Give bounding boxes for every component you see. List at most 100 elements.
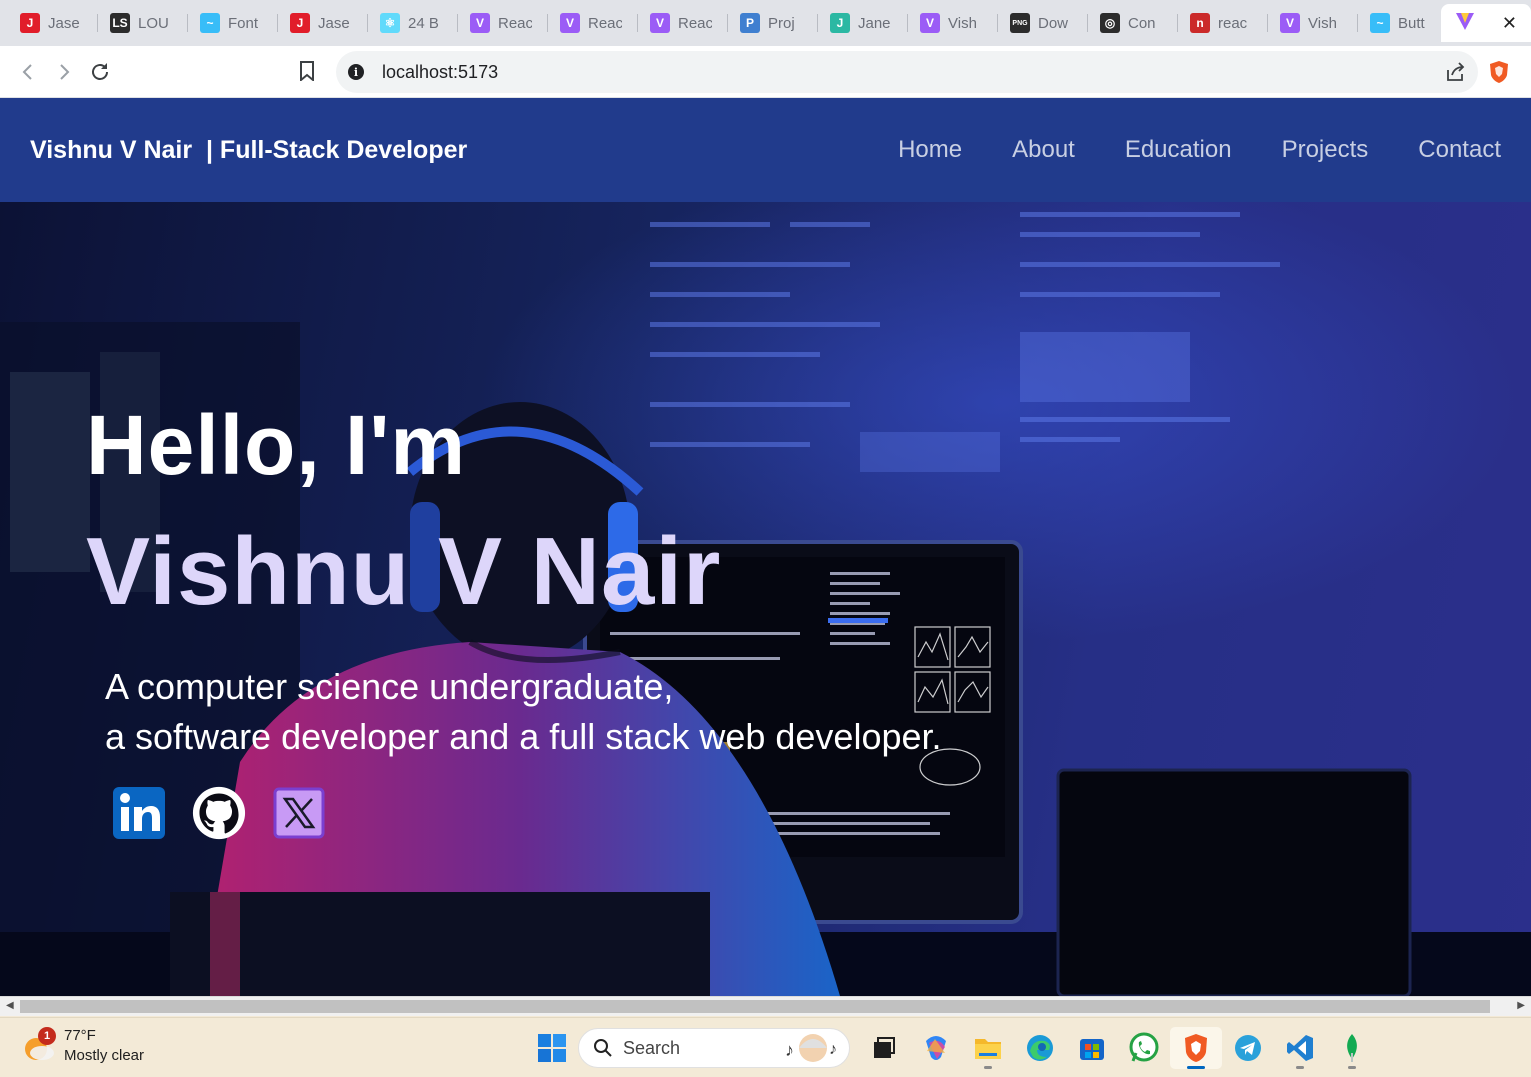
- browser-tab[interactable]: V Reac: [548, 0, 638, 46]
- chatgpt-icon: ◎: [1100, 13, 1120, 33]
- tab-title: Font: [228, 14, 259, 32]
- tab-title: Jase: [48, 14, 80, 32]
- tab-title: Jase: [318, 14, 350, 32]
- browser-tab[interactable]: ~ Butt: [1358, 0, 1448, 46]
- hero-name: Vishnu V Nair: [86, 518, 722, 625]
- browser-tab[interactable]: n reac: [1178, 0, 1268, 46]
- svg-text:♪: ♪: [829, 1041, 837, 1058]
- nav-contact[interactable]: Contact: [1418, 136, 1501, 164]
- task-view-button[interactable]: [858, 1027, 910, 1069]
- mongodb-icon: [1347, 1034, 1357, 1062]
- tab-strip: J Jase LS LOU ~ Font J Jase ⚛ 24 B V Reac V Reac V Reac…: [0, 0, 1531, 46]
- start-button[interactable]: [526, 1027, 578, 1069]
- windows-start-icon: [538, 1034, 566, 1062]
- tailwind-icon: ~: [200, 13, 220, 33]
- store-button[interactable]: [1066, 1027, 1118, 1069]
- brave-shield-icon[interactable]: [1488, 60, 1510, 84]
- tab-title: 24 B: [408, 14, 439, 32]
- site-nav: Home About Education Projects Contact: [898, 136, 1501, 164]
- tab-title: Reac: [678, 14, 712, 32]
- tailwind-icon: ~: [1370, 13, 1390, 33]
- x-twitter-link[interactable]: [272, 786, 326, 840]
- share-icon[interactable]: [1444, 61, 1466, 83]
- browser-tab[interactable]: J Jase: [278, 0, 368, 46]
- whatsapp-icon: [1129, 1032, 1159, 1062]
- horizontal-scrollbar[interactable]: ◀ ▶: [0, 996, 1531, 1016]
- search-label: Search: [623, 1037, 681, 1058]
- back-arrow-icon: [22, 63, 32, 80]
- scroll-left-icon[interactable]: ◀: [6, 1000, 14, 1011]
- tab-title: Dow: [1038, 14, 1069, 32]
- tab-title: Jane: [858, 14, 891, 32]
- url-text[interactable]: localhost:5173: [382, 62, 498, 83]
- mongodb-button[interactable]: [1326, 1027, 1378, 1069]
- github-link[interactable]: [192, 786, 246, 840]
- vscode-button[interactable]: [1274, 1027, 1326, 1069]
- tab-title: Vish: [948, 14, 977, 32]
- site-header: Vishnu V Nair | Full-Stack Developer Hom…: [0, 98, 1531, 202]
- browser-tab[interactable]: ~ Font: [188, 0, 278, 46]
- letter-j-icon: J: [290, 13, 310, 33]
- social-links: [112, 786, 326, 840]
- vite-icon: [1455, 11, 1475, 35]
- forward-button[interactable]: [46, 54, 82, 90]
- scroll-right-icon[interactable]: ▶: [1517, 1000, 1525, 1011]
- github-icon: [192, 786, 246, 840]
- back-button[interactable]: [10, 54, 46, 90]
- browser-tab[interactable]: J Jane: [818, 0, 908, 46]
- site-info-icon[interactable]: i: [348, 64, 364, 80]
- tab-title: LOU: [138, 14, 169, 32]
- browser-toolbar: i localhost:5173: [0, 46, 1531, 98]
- browser-tab[interactable]: PNG Dow: [998, 0, 1088, 46]
- tab-title: Reac: [498, 14, 532, 32]
- browser-tab[interactable]: V Reac: [458, 0, 548, 46]
- hero-greeting: Hello, I'm: [86, 398, 467, 492]
- hero-section: Hello, I'm Vishnu V Nair A computer scie…: [0, 202, 1531, 996]
- x-twitter-icon: [273, 787, 325, 839]
- browser-tab[interactable]: V Reac: [638, 0, 728, 46]
- brave-icon: [1185, 1034, 1207, 1062]
- taskbar-search[interactable]: Search ♪ ♪: [578, 1028, 850, 1068]
- nav-education[interactable]: Education: [1125, 136, 1232, 164]
- project-icon: P: [740, 13, 760, 33]
- nav-projects[interactable]: Projects: [1282, 136, 1369, 164]
- address-bar[interactable]: i localhost:5173: [336, 51, 1478, 93]
- close-tab-icon[interactable]: ✕: [1502, 13, 1517, 34]
- file-explorer-icon: [975, 1039, 1001, 1059]
- telegram-button[interactable]: [1222, 1027, 1274, 1069]
- edge-button[interactable]: [1014, 1027, 1066, 1069]
- browser-tab[interactable]: V Vish: [908, 0, 998, 46]
- file-explorer-button[interactable]: [962, 1027, 1014, 1069]
- whatsapp-button[interactable]: [1118, 1027, 1170, 1069]
- active-tab[interactable]: ✕: [1441, 4, 1531, 42]
- vscode-icon: [1287, 1035, 1313, 1061]
- web-page: Vishnu V Nair | Full-Stack Developer Hom…: [0, 98, 1531, 996]
- copilot-icon: [926, 1036, 946, 1060]
- browser-tab[interactable]: ◎ Con: [1088, 0, 1178, 46]
- reload-button[interactable]: [82, 54, 118, 90]
- tab-title: Butt: [1398, 14, 1425, 32]
- browser-tab[interactable]: P Proj: [728, 0, 818, 46]
- nav-about[interactable]: About: [1012, 136, 1075, 164]
- browser-tab[interactable]: ⚛ 24 B: [368, 0, 458, 46]
- linkedin-link[interactable]: [112, 786, 166, 840]
- ls-icon: LS: [110, 13, 130, 33]
- browser-tab[interactable]: V Vish: [1268, 0, 1358, 46]
- bookmark-icon: [300, 61, 314, 81]
- copilot-button[interactable]: [910, 1027, 962, 1069]
- weather-widget[interactable]: 1 77°F Mostly clear: [22, 1026, 144, 1066]
- browser-tab[interactable]: J Jase: [8, 0, 98, 46]
- scrollbar-thumb[interactable]: [20, 1000, 1490, 1013]
- brave-button[interactable]: [1170, 1027, 1222, 1069]
- search-highlight-icon: ♪ ♪: [785, 1034, 837, 1062]
- tagline-line-1: A computer science undergraduate,: [105, 666, 674, 707]
- jane-icon: J: [830, 13, 850, 33]
- tab-title: Vish: [1308, 14, 1337, 32]
- vite-icon: V: [470, 13, 490, 33]
- browser-tab[interactable]: LS LOU: [98, 0, 188, 46]
- vite-icon: V: [1280, 13, 1300, 33]
- search-icon: [594, 1039, 612, 1057]
- bookmark-button[interactable]: [292, 56, 322, 86]
- site-brand[interactable]: Vishnu V Nair | Full-Stack Developer: [30, 136, 467, 165]
- nav-home[interactable]: Home: [898, 136, 962, 164]
